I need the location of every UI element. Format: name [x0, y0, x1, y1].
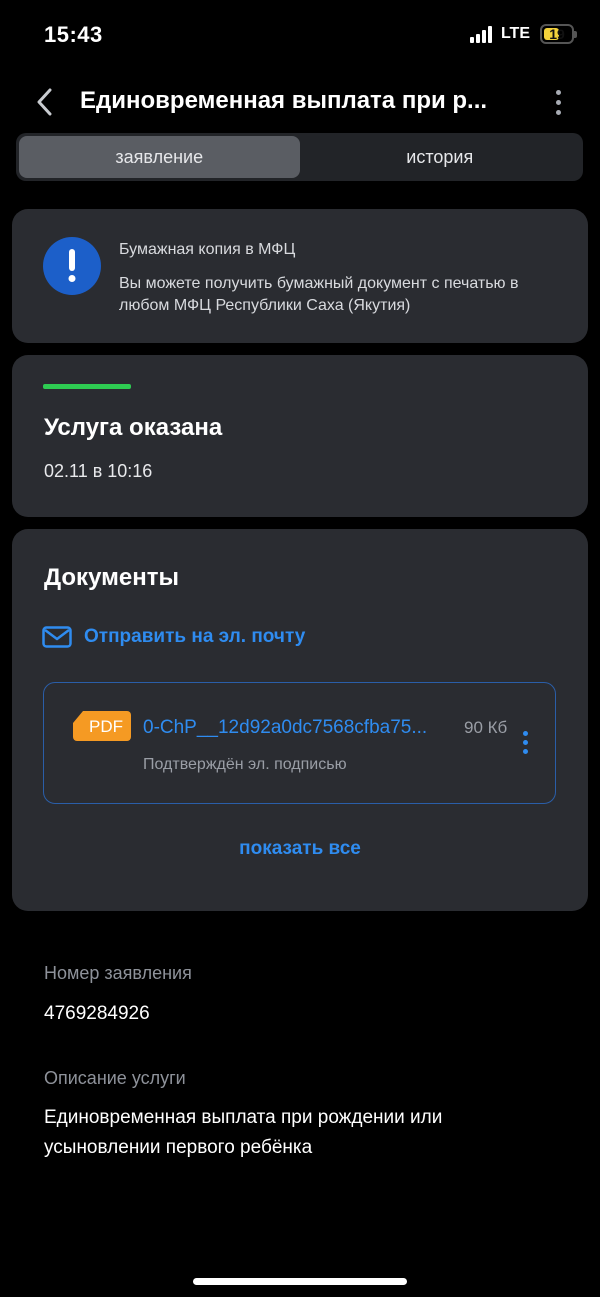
network-type: LTE — [500, 25, 530, 42]
status-time: 15:43 — [44, 22, 103, 47]
menu-dot-icon — [522, 739, 528, 745]
status-heading: Услуга оказана — [44, 414, 223, 441]
send-email-link[interactable]: Отправить на эл. почту — [42, 626, 305, 648]
more-options-button[interactable] — [546, 86, 570, 118]
pdf-badge-label: PDF — [89, 717, 123, 736]
signal-icon — [469, 25, 492, 43]
service-status-card: Услуга оказана 02.11 в 10:16 — [12, 355, 588, 517]
show-all-button[interactable]: показать все — [12, 838, 588, 860]
documents-card: Документы Отправить на эл. почту PDF 0-C… — [12, 529, 588, 911]
service-description-value: Единовременная выплата при рождении или … — [44, 1107, 443, 1158]
tab-history[interactable]: история — [300, 136, 581, 178]
chevron-left-icon — [37, 88, 52, 116]
page-title: Единовременная выплата при р... — [80, 87, 488, 114]
pdf-file-icon: PDF — [73, 711, 131, 741]
exclamation-icon — [43, 237, 101, 295]
menu-dot-icon — [522, 748, 528, 754]
application-number-label: Номер заявления — [44, 963, 192, 983]
tab-application[interactable]: заявление — [19, 136, 300, 178]
more-dot-icon — [555, 89, 561, 95]
status-bar: 15:43 LTE 19 — [0, 0, 600, 72]
document-filename[interactable]: 0-ChP__12d92a0dc7568cfba75... — [143, 717, 455, 739]
documents-heading: Документы — [44, 564, 179, 591]
battery-percent: 19 — [549, 26, 565, 42]
service-description-label: Описание услуги — [44, 1068, 186, 1088]
home-indicator[interactable] — [193, 1278, 407, 1285]
menu-dot-icon — [522, 730, 528, 736]
document-menu-button[interactable] — [517, 727, 533, 757]
document-item[interactable]: PDF 0-ChP__12d92a0dc7568cfba75... 90 Кб … — [43, 682, 556, 804]
more-dot-icon — [555, 99, 561, 105]
back-button[interactable] — [28, 84, 60, 120]
document-signature-status: Подтверждён эл. подписью — [143, 756, 347, 773]
more-dot-icon — [555, 109, 561, 115]
status-date: 02.11 в 10:16 — [44, 461, 153, 481]
battery-cap — [574, 31, 577, 38]
send-email-label: Отправить на эл. почту — [84, 626, 306, 647]
status-progress-bar — [43, 384, 131, 389]
application-number-value: 4769284926 — [44, 1003, 150, 1024]
status-indicators: LTE 19 — [469, 24, 577, 44]
info-text: Вы можете получить бумажный документ с п… — [119, 275, 519, 314]
app-header: Единовременная выплата при р... — [0, 78, 600, 126]
envelope-icon — [42, 626, 72, 648]
battery-icon: 19 — [540, 24, 577, 44]
segmented-tabs: заявление история — [16, 133, 583, 181]
exclamation-glyph-icon — [68, 249, 76, 282]
info-title: Бумажная копия в МФЦ — [119, 241, 296, 258]
paper-copy-card: Бумажная копия в МФЦ Вы можете получить … — [12, 209, 588, 343]
document-size: 90 Кб — [464, 718, 508, 737]
